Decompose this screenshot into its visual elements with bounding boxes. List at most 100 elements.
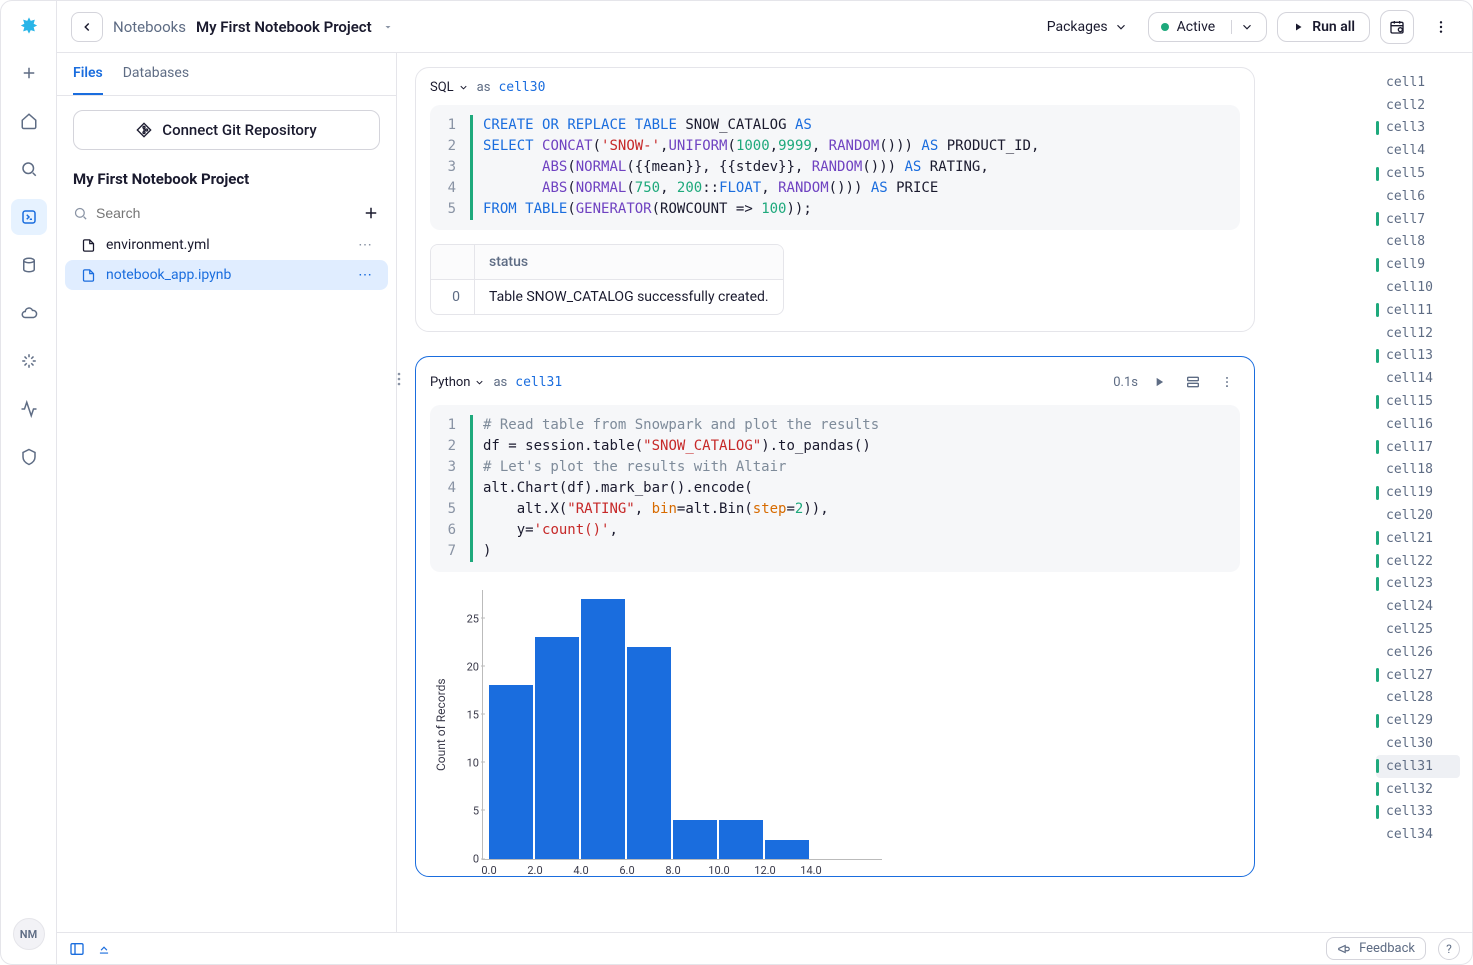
cell-index-item[interactable]: cell18: [1376, 459, 1460, 482]
feedback-label: Feedback: [1359, 941, 1415, 956]
breadcrumb-current[interactable]: My First Notebook Project: [196, 18, 372, 36]
cell-index-item[interactable]: cell4: [1376, 139, 1460, 162]
cell-index-item[interactable]: cell10: [1376, 276, 1460, 299]
cell-index-item[interactable]: cell22: [1376, 550, 1460, 573]
packages-label: Packages: [1047, 19, 1108, 35]
file-row[interactable]: environment.yml⋯: [65, 230, 388, 260]
cell-index-item[interactable]: cell6: [1376, 185, 1460, 208]
cell-index-item[interactable]: cell5: [1376, 162, 1460, 185]
cell-cell30[interactable]: SQL as cell30 1CREATE OR REPLACE TABLE S…: [415, 67, 1255, 332]
cell-index-item[interactable]: cell14: [1376, 367, 1460, 390]
chart-bar: [719, 820, 763, 859]
cell-lang-selector[interactable]: SQL: [430, 80, 469, 95]
cell-index-item[interactable]: cell29: [1376, 709, 1460, 732]
user-avatar[interactable]: NM: [13, 918, 45, 950]
chevron-down-icon[interactable]: [382, 21, 394, 33]
cell-cell31[interactable]: Python as cell31 0.1s 1# Read table from…: [415, 356, 1255, 877]
chart-bar: [535, 637, 579, 859]
megaphone-icon: [1337, 942, 1351, 956]
cell-index-item[interactable]: cell16: [1376, 413, 1460, 436]
cell-index-item[interactable]: cell8: [1376, 231, 1460, 254]
status-label: Active: [1177, 19, 1216, 35]
cell-index-item[interactable]: cell2: [1376, 94, 1460, 117]
packages-dropdown[interactable]: Packages: [1037, 13, 1138, 41]
data-button[interactable]: [11, 247, 47, 283]
file-search-input[interactable]: [96, 205, 354, 221]
code-block[interactable]: 1CREATE OR REPLACE TABLE SNOW_CATALOG AS…: [430, 105, 1240, 230]
cell-index-item[interactable]: cell34: [1376, 823, 1460, 846]
cell-index-item[interactable]: cell31: [1376, 755, 1460, 778]
more-menu-button[interactable]: [1424, 10, 1458, 44]
cell-index-item[interactable]: cell12: [1376, 322, 1460, 345]
left-rail: NM: [1, 1, 57, 964]
play-icon: [1292, 21, 1304, 33]
cell-index: cell1cell2cell3cell4cell5cell6cell7cell8…: [1376, 71, 1460, 846]
code-block[interactable]: 1# Read table from Snowpark and plot the…: [430, 405, 1240, 572]
run-all-button[interactable]: Run all: [1277, 12, 1370, 42]
snowflake-logo: [15, 15, 43, 43]
help-button[interactable]: ?: [1438, 938, 1460, 960]
result-table: status 0Table SNOW_CATALOG successfully …: [430, 244, 784, 315]
status-pill[interactable]: Active: [1148, 12, 1268, 42]
cell-index-item[interactable]: cell26: [1376, 641, 1460, 664]
tab-files[interactable]: Files: [73, 65, 103, 95]
cell-index-item[interactable]: cell15: [1376, 390, 1460, 413]
cell-exec-time: 0.1s: [1113, 375, 1138, 390]
chart-bar: [627, 647, 671, 859]
chart-bar: [489, 685, 533, 859]
collapse-icon[interactable]: [97, 942, 111, 956]
admin-button[interactable]: [11, 439, 47, 475]
cell-index-item[interactable]: cell23: [1376, 573, 1460, 596]
cell-index-item[interactable]: cell28: [1376, 687, 1460, 710]
table-header: status: [475, 245, 783, 280]
cell-index-item[interactable]: cell33: [1376, 801, 1460, 824]
file-more-icon[interactable]: ⋯: [358, 237, 372, 253]
cell-index-item[interactable]: cell27: [1376, 664, 1460, 687]
cell-as-label: as: [493, 375, 507, 390]
cell-index-item[interactable]: cell24: [1376, 595, 1460, 618]
cell-index-item[interactable]: cell25: [1376, 618, 1460, 641]
toggle-panel-icon[interactable]: [69, 941, 85, 957]
tab-databases[interactable]: Databases: [123, 65, 189, 95]
sparkle-button[interactable]: [11, 343, 47, 379]
activity-button[interactable]: [11, 391, 47, 427]
cell-index-item[interactable]: cell9: [1376, 253, 1460, 276]
add-button[interactable]: [11, 55, 47, 91]
add-file-button[interactable]: [362, 204, 380, 222]
breadcrumb-root[interactable]: Notebooks: [113, 18, 186, 36]
table-cell: 0: [431, 280, 475, 314]
side-panel: Files Databases Connect Git Repository M…: [57, 53, 397, 932]
file-more-icon[interactable]: ⋯: [358, 267, 372, 283]
cell-index-item[interactable]: cell3: [1376, 117, 1460, 140]
feedback-button[interactable]: Feedback: [1326, 937, 1426, 960]
search-button[interactable]: [11, 151, 47, 187]
file-row[interactable]: notebook_app.ipynb⋯: [65, 260, 388, 290]
cell-lang-selector[interactable]: Python: [430, 375, 485, 390]
search-icon: [73, 206, 88, 221]
run-cell-button[interactable]: [1146, 369, 1172, 395]
file-search-row: [57, 200, 396, 230]
cell-index-item[interactable]: cell17: [1376, 436, 1460, 459]
chevron-down-icon[interactable]: [1240, 20, 1254, 34]
cell-more-button[interactable]: [1214, 369, 1240, 395]
cell-index-item[interactable]: cell20: [1376, 504, 1460, 527]
cell-index-item[interactable]: cell30: [1376, 732, 1460, 755]
home-button[interactable]: [11, 103, 47, 139]
cell-index-item[interactable]: cell1: [1376, 71, 1460, 94]
cell-name[interactable]: cell30: [498, 80, 545, 95]
collapse-button[interactable]: [1180, 369, 1206, 395]
cell-index-item[interactable]: cell19: [1376, 481, 1460, 504]
cell-index-item[interactable]: cell7: [1376, 208, 1460, 231]
cell-index-item[interactable]: cell32: [1376, 778, 1460, 801]
drag-handle-icon[interactable]: [397, 371, 402, 387]
connect-git-button[interactable]: Connect Git Repository: [73, 110, 380, 150]
schedule-button[interactable]: [1380, 10, 1414, 44]
back-button[interactable]: [71, 12, 103, 42]
chart-bar: [673, 820, 717, 859]
cell-index-item[interactable]: cell21: [1376, 527, 1460, 550]
notebooks-button[interactable]: [11, 199, 47, 235]
cell-index-item[interactable]: cell13: [1376, 345, 1460, 368]
cell-name[interactable]: cell31: [515, 375, 562, 390]
cloud-button[interactable]: [11, 295, 47, 331]
cell-index-item[interactable]: cell11: [1376, 299, 1460, 322]
